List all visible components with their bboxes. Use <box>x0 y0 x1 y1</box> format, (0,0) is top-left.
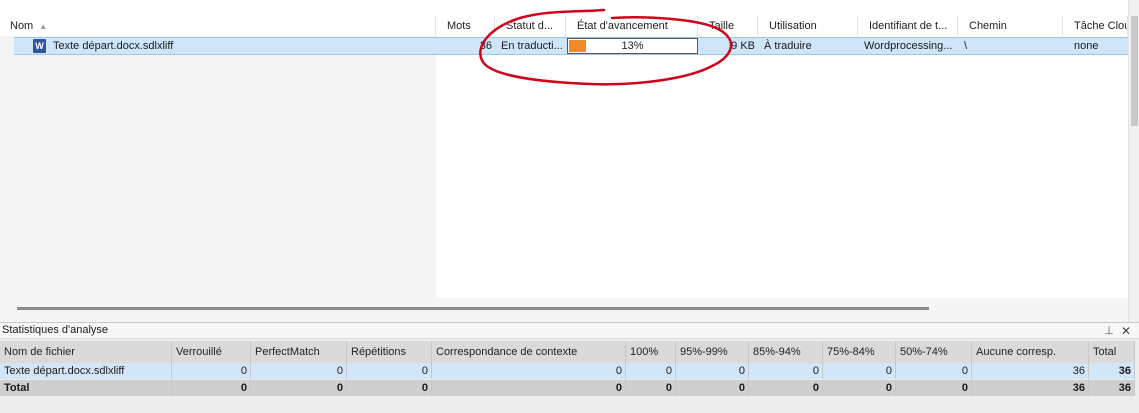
stats-total-locked: 0 <box>172 380 251 396</box>
stats-header-total[interactable]: Total <box>1089 341 1135 363</box>
stats-total-total: 36 <box>1089 380 1135 396</box>
stats-total-label: Total <box>0 380 172 396</box>
stats-total-100: 0 <box>626 380 676 396</box>
stats-total-95-99: 0 <box>676 380 749 396</box>
stats-header-50-74[interactable]: 50%-74% <box>896 341 972 363</box>
stats-header-locked[interactable]: Verrouillé <box>172 341 251 363</box>
stats-cell-locked: 0 <box>172 363 251 379</box>
stats-cell-no-match: 36 <box>972 363 1089 379</box>
stats-cell-repetitions: 0 <box>347 363 432 379</box>
pin-icon[interactable]: ⊥ <box>1103 324 1115 338</box>
stats-header-repetitions[interactable]: Répétitions <box>347 341 432 363</box>
stats-cell-95-99: 0 <box>676 363 749 379</box>
stats-header-85-94[interactable]: 85%-94% <box>749 341 823 363</box>
stats-cell-total: 36 <box>1089 363 1135 379</box>
file-list: Nom ▲ Mots Statut d... État d'avancement … <box>0 0 1139 322</box>
horizontal-scrollbar[interactable] <box>0 298 1128 322</box>
scrollbar-thumb[interactable] <box>17 307 929 310</box>
stats-cell-context-match: 0 <box>432 363 626 379</box>
stats-header-context-match[interactable]: Correspondance de contexte <box>432 341 626 363</box>
red-annotation-circle <box>479 8 733 86</box>
stats-total-75-84: 0 <box>823 380 896 396</box>
vertical-scrollbar[interactable] <box>1128 0 1139 322</box>
stats-cell-75-84: 0 <box>823 363 896 379</box>
stats-total-85-94: 0 <box>749 380 823 396</box>
stats-cell-100: 0 <box>626 363 676 379</box>
stats-header-95-99[interactable]: 95%-99% <box>676 341 749 363</box>
close-icon[interactable]: ✕ <box>1119 324 1133 338</box>
stats-total-context-match: 0 <box>432 380 626 396</box>
scrollbar-thumb[interactable] <box>1131 16 1138 126</box>
stats-header-no-match[interactable]: Aucune corresp. <box>972 341 1089 363</box>
stats-header-file-name[interactable]: Nom de fichier <box>0 341 172 363</box>
stats-header-75-84[interactable]: 75%-84% <box>823 341 896 363</box>
stats-total-50-74: 0 <box>896 380 972 396</box>
stats-header-perfectmatch[interactable]: PerfectMatch <box>251 341 347 363</box>
panel-title: Statistiques d'analyse <box>0 323 1139 339</box>
stats-cell-50-74: 0 <box>896 363 972 379</box>
stats-total-no-match: 36 <box>972 380 1089 396</box>
stats-header-100[interactable]: 100% <box>626 341 676 363</box>
stats-cell-file-name[interactable]: Texte départ.docx.sdlxliff <box>0 363 172 379</box>
stats-total-repetitions: 0 <box>347 380 432 396</box>
stats-cell-85-94: 0 <box>749 363 823 379</box>
stats-cell-perfectmatch: 0 <box>251 363 347 379</box>
stats-total-perfectmatch: 0 <box>251 380 347 396</box>
